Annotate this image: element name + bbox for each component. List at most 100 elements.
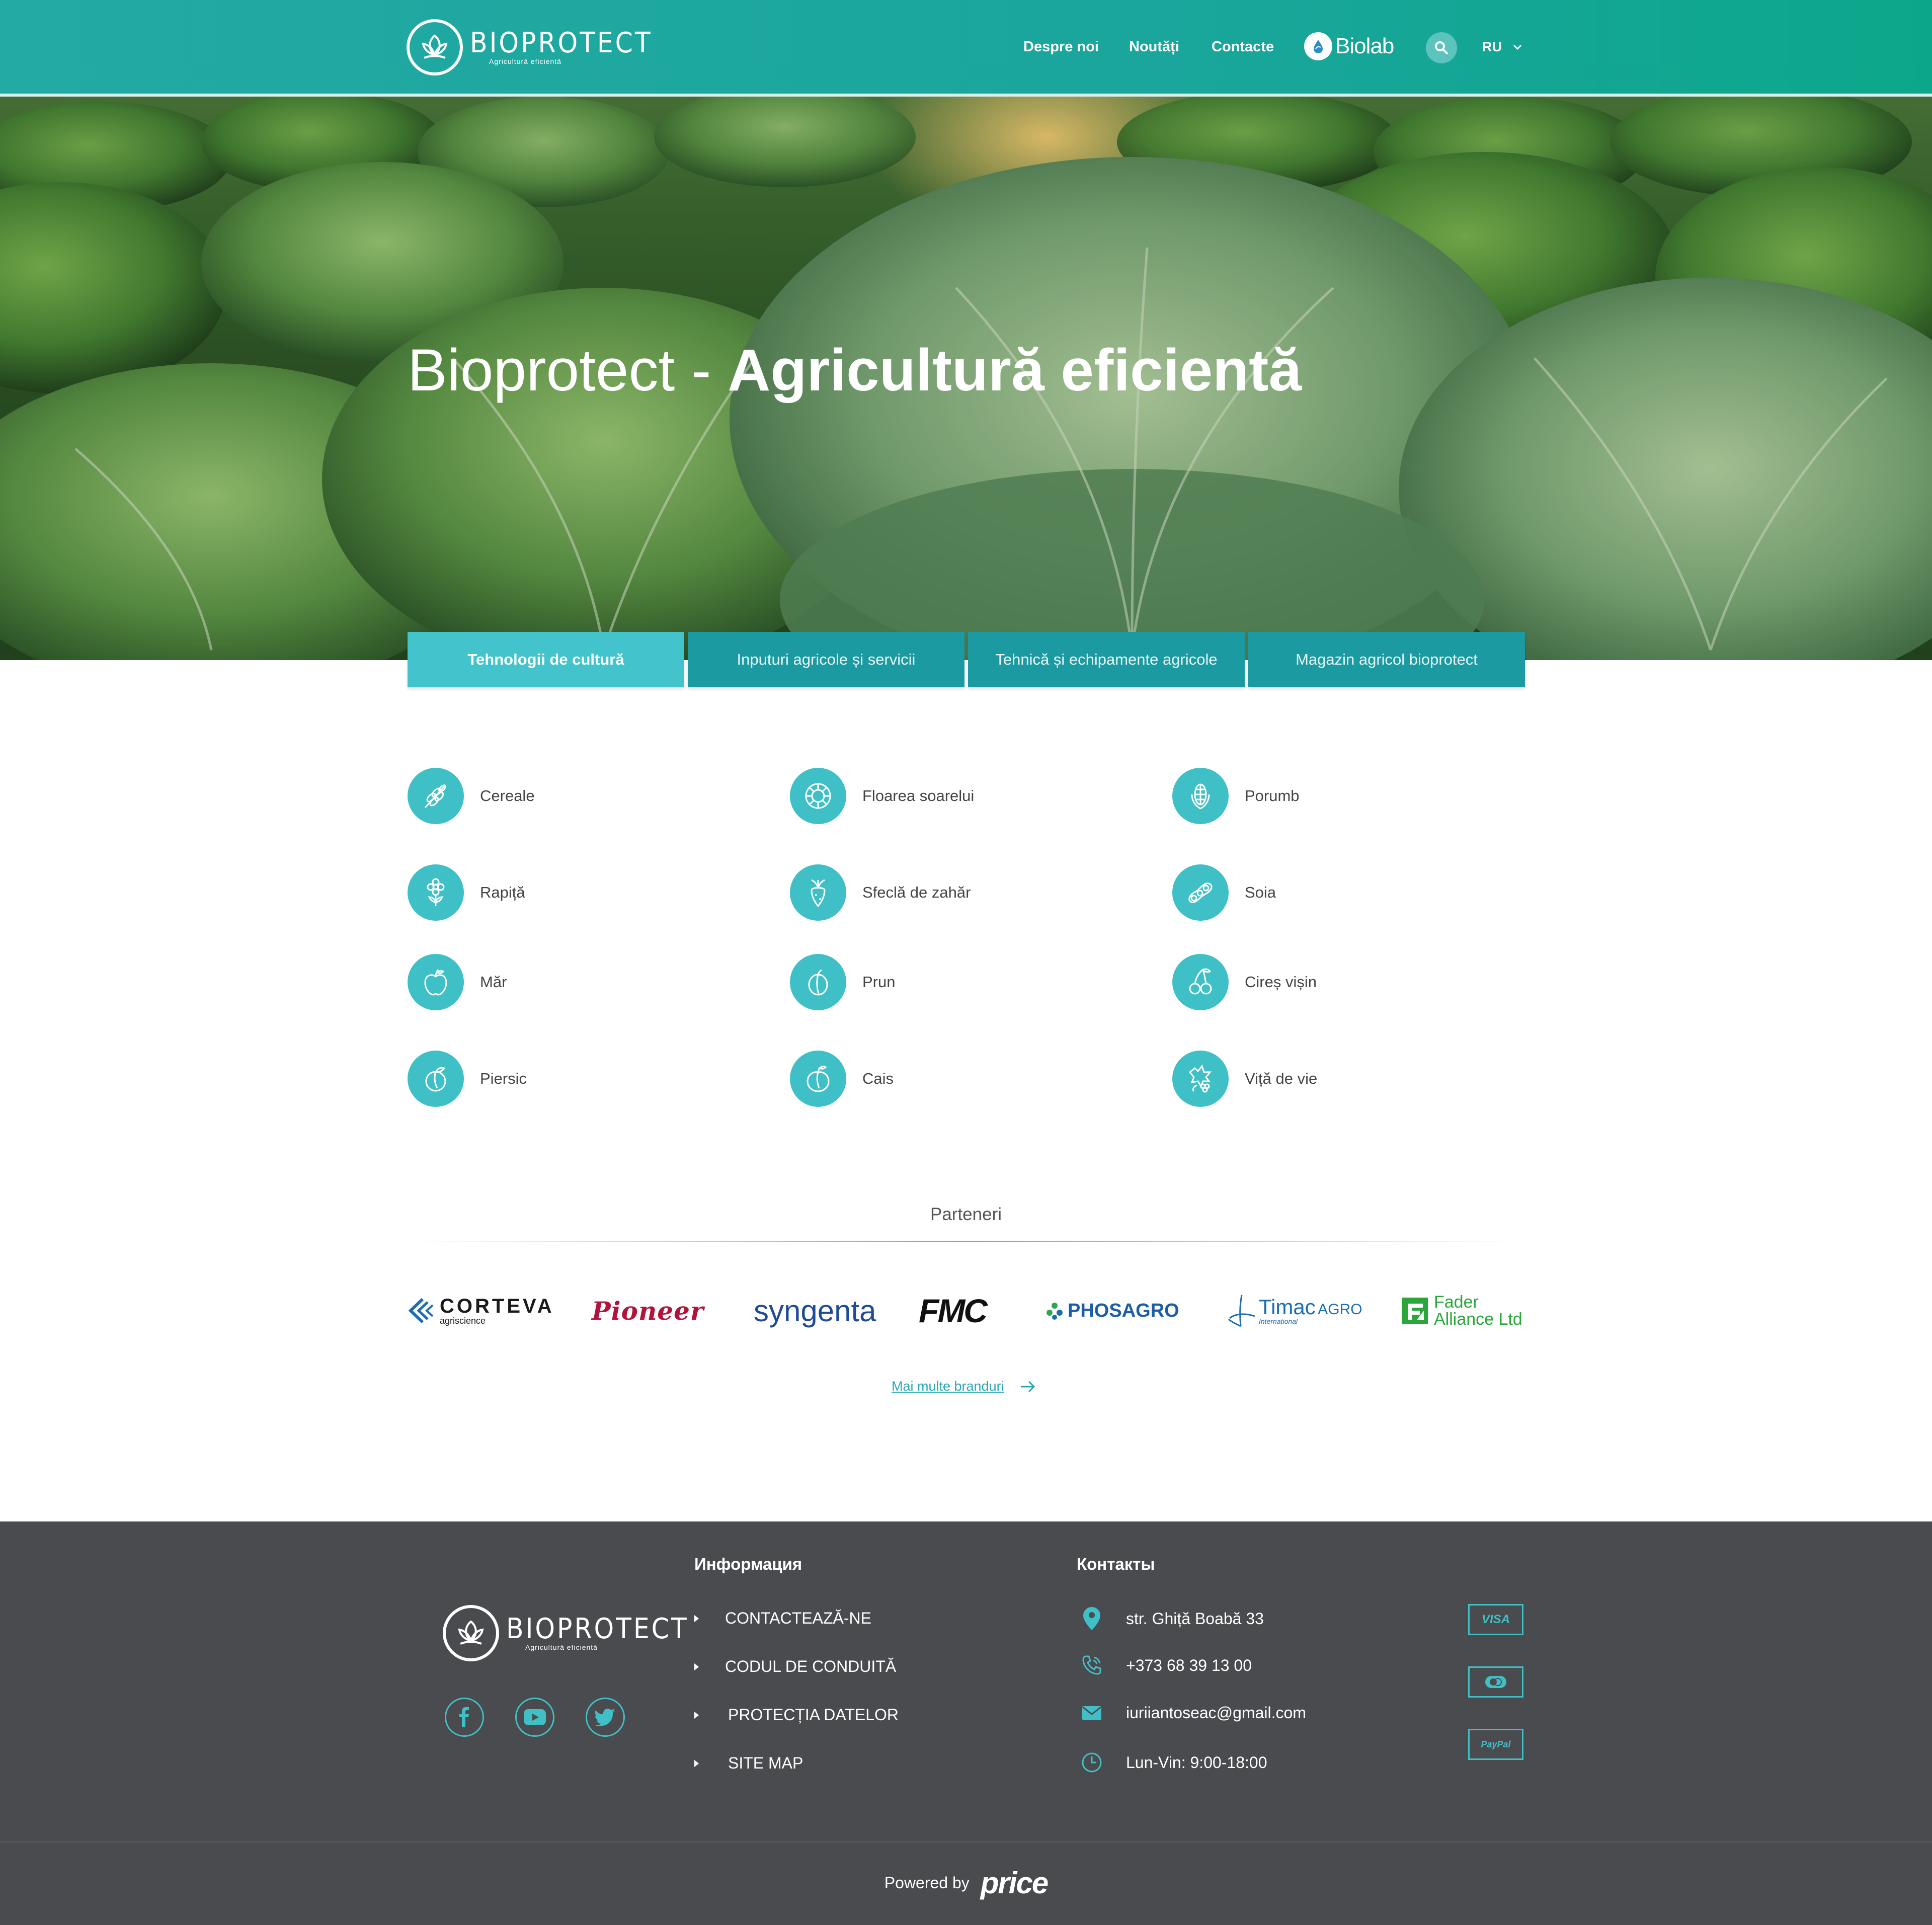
tab-tehnologii-de-cultura[interactable]: Tehnologii de cultură: [408, 632, 684, 687]
footer-link-label: CONTACTEAZĂ-NE: [725, 1609, 871, 1627]
tab-label: Inputuri agricole și servicii: [737, 651, 916, 668]
hero-title-bold: Agricultură eficientă: [728, 337, 1302, 404]
footer-info-heading: Информация: [694, 1555, 802, 1573]
nav-link-label: Noutăți: [1129, 38, 1179, 55]
crop-item-sfecla-de-zahar[interactable]: Sfeclă de zahăr: [790, 864, 971, 921]
biolab-label: Biolab: [1335, 34, 1394, 58]
crop-label: Cais: [862, 1070, 894, 1087]
hero-title: Bioprotect - Agricultură eficientă: [408, 336, 1302, 405]
crop-label: Cereale: [480, 787, 535, 805]
crop-item-vita-de-vie[interactable]: Viță de vie: [1172, 1051, 1317, 1107]
grape-vine-icon: [1172, 1051, 1229, 1107]
crop-label: Piersic: [480, 1070, 527, 1087]
partners-title: Parteneri: [930, 1205, 1002, 1224]
twitter-link[interactable]: [586, 1698, 625, 1737]
visa-badge: VISA: [1468, 1604, 1523, 1635]
chevron-down-icon: [1513, 44, 1522, 50]
footer-link-site-map[interactable]: SITE MAP: [694, 1754, 803, 1773]
contact-email[interactable]: iuriiantoseac@gmail.com: [1080, 1704, 1306, 1722]
mastercard-badge: [1468, 1666, 1523, 1698]
phone-text: +373 68 39 13 00: [1126, 1656, 1252, 1674]
visa-label: VISA: [1481, 1613, 1510, 1626]
corn-icon: [1172, 768, 1229, 824]
crop-item-soia[interactable]: Soia: [1172, 864, 1276, 921]
partners-divider: [413, 1241, 1519, 1242]
crop-label: Viță de vie: [1245, 1070, 1318, 1087]
fmc-name: FMC: [919, 1292, 988, 1329]
crop-label: Prun: [862, 973, 896, 991]
plum-icon: [790, 954, 846, 1010]
brand-fader-alliance-logo[interactable]: Fader Alliance Ltd: [1401, 1293, 1522, 1328]
tab-label: Tehnologii de cultură: [467, 651, 624, 668]
crop-label: Rapiță: [480, 884, 525, 901]
footer-link-codul-de-conduita[interactable]: CODUL DE CONDUITĂ: [694, 1657, 896, 1676]
triangle-bullet-icon: [694, 1759, 699, 1767]
map-pin-icon: [1083, 1607, 1100, 1630]
crop-label: Porumb: [1245, 787, 1300, 805]
crop-label: Floarea soarelui: [862, 787, 975, 805]
leaf-logo-icon: [407, 19, 463, 75]
tab-tehnica-echipamente[interactable]: Tehnică și echipamente agricole: [968, 632, 1245, 687]
syngenta-name: syngenta: [754, 1294, 876, 1328]
leaf-logo-icon: [443, 1605, 499, 1661]
contact-address: str. Ghiță Boabă 33: [1080, 1607, 1264, 1630]
footer-divider: [0, 1841, 1932, 1842]
logo-name: BIOPROTECT: [470, 27, 653, 59]
crop-item-rapita[interactable]: Rapiță: [408, 864, 525, 921]
search-button[interactable]: [1426, 32, 1457, 63]
crop-label: Măr: [480, 973, 507, 991]
youtube-icon: [524, 1709, 546, 1725]
sunflower-icon: [790, 768, 846, 824]
corteva-name: CORTEVA: [440, 1295, 554, 1317]
brand-syngenta-logo[interactable]: syngenta: [754, 1293, 876, 1328]
brand-timac-agro-logo[interactable]: Timac AGRO International: [1226, 1293, 1362, 1328]
search-icon: [1435, 41, 1448, 54]
fader-mark-icon: [1402, 1298, 1428, 1324]
timac-agro: AGRO: [1318, 1301, 1362, 1318]
brand-pioneer-logo[interactable]: Pioneer: [592, 1293, 704, 1328]
brand-corteva-logo[interactable]: CORTEVA agriscience: [408, 1293, 554, 1328]
crop-item-piersic[interactable]: Piersic: [408, 1051, 527, 1107]
tab-magazin-agricol[interactable]: Magazin agricol bioprotect: [1248, 632, 1525, 687]
crop-item-prun[interactable]: Prun: [790, 954, 895, 1010]
phone-icon: [1082, 1655, 1101, 1675]
language-label: RU: [1482, 39, 1502, 54]
apricot-icon: [790, 1051, 846, 1107]
nav-despre-noi[interactable]: Despre noi: [1023, 0, 1099, 94]
biolab-link[interactable]: Biolab: [1304, 32, 1394, 60]
social-links: [445, 1698, 656, 1737]
footer-bioprotect-logo[interactable]: BIOPROTECT Agricultură eficientă: [443, 1605, 689, 1661]
crop-label: Sfeclă de zahăr: [862, 884, 971, 901]
twitter-icon: [595, 1709, 615, 1726]
hero-banner: Bioprotect - Agricultură eficientă: [0, 97, 1932, 660]
footer-link-contacteaza[interactable]: CONTACTEAZĂ-NE: [694, 1609, 871, 1628]
footer-link-protectia-datelor[interactable]: PROTECȚIA DATELOR: [694, 1706, 899, 1724]
contact-phone[interactable]: +373 68 39 13 00: [1080, 1655, 1252, 1675]
nav-link-label: Despre noi: [1023, 38, 1099, 55]
crop-item-porumb[interactable]: Porumb: [1172, 768, 1300, 824]
apple-icon: [408, 954, 464, 1010]
nav-noutati[interactable]: Noutăți: [1129, 0, 1179, 94]
wheat-icon: [408, 768, 464, 824]
site-footer: [0, 1521, 1932, 1925]
brand-phosagro-logo[interactable]: PHOSAGRO: [1044, 1293, 1179, 1328]
nav-contacte[interactable]: Contacte: [1212, 0, 1274, 94]
youtube-link[interactable]: [515, 1698, 554, 1737]
price-logo[interactable]: price: [981, 1866, 1049, 1900]
brand-fmc-logo[interactable]: FMC: [919, 1292, 988, 1329]
tab-inputuri-agricole[interactable]: Inputuri agricole și servicii: [688, 632, 964, 687]
crop-label: Cireș vișin: [1245, 973, 1317, 991]
soy-pod-icon: [1172, 864, 1229, 921]
cherry-icon: [1172, 954, 1229, 1010]
crop-item-cereale[interactable]: Cereale: [408, 768, 535, 824]
language-selector[interactable]: RU: [1482, 39, 1522, 55]
more-brands-label: Mai multe branduri: [892, 1379, 1004, 1394]
crop-item-mar[interactable]: Măr: [408, 954, 507, 1010]
bioprotect-logo[interactable]: BIOPROTECT Agricultură eficientă: [407, 19, 653, 75]
crop-item-cais[interactable]: Cais: [790, 1051, 894, 1107]
crop-item-floarea-soarelui[interactable]: Floarea soarelui: [790, 768, 974, 824]
paypal-badge: PayPal: [1468, 1729, 1523, 1760]
facebook-link[interactable]: [445, 1698, 484, 1737]
crop-item-cires-visin[interactable]: Cireș vișin: [1172, 954, 1317, 1010]
more-brands-link[interactable]: Mai multe branduri: [892, 1379, 1036, 1394]
